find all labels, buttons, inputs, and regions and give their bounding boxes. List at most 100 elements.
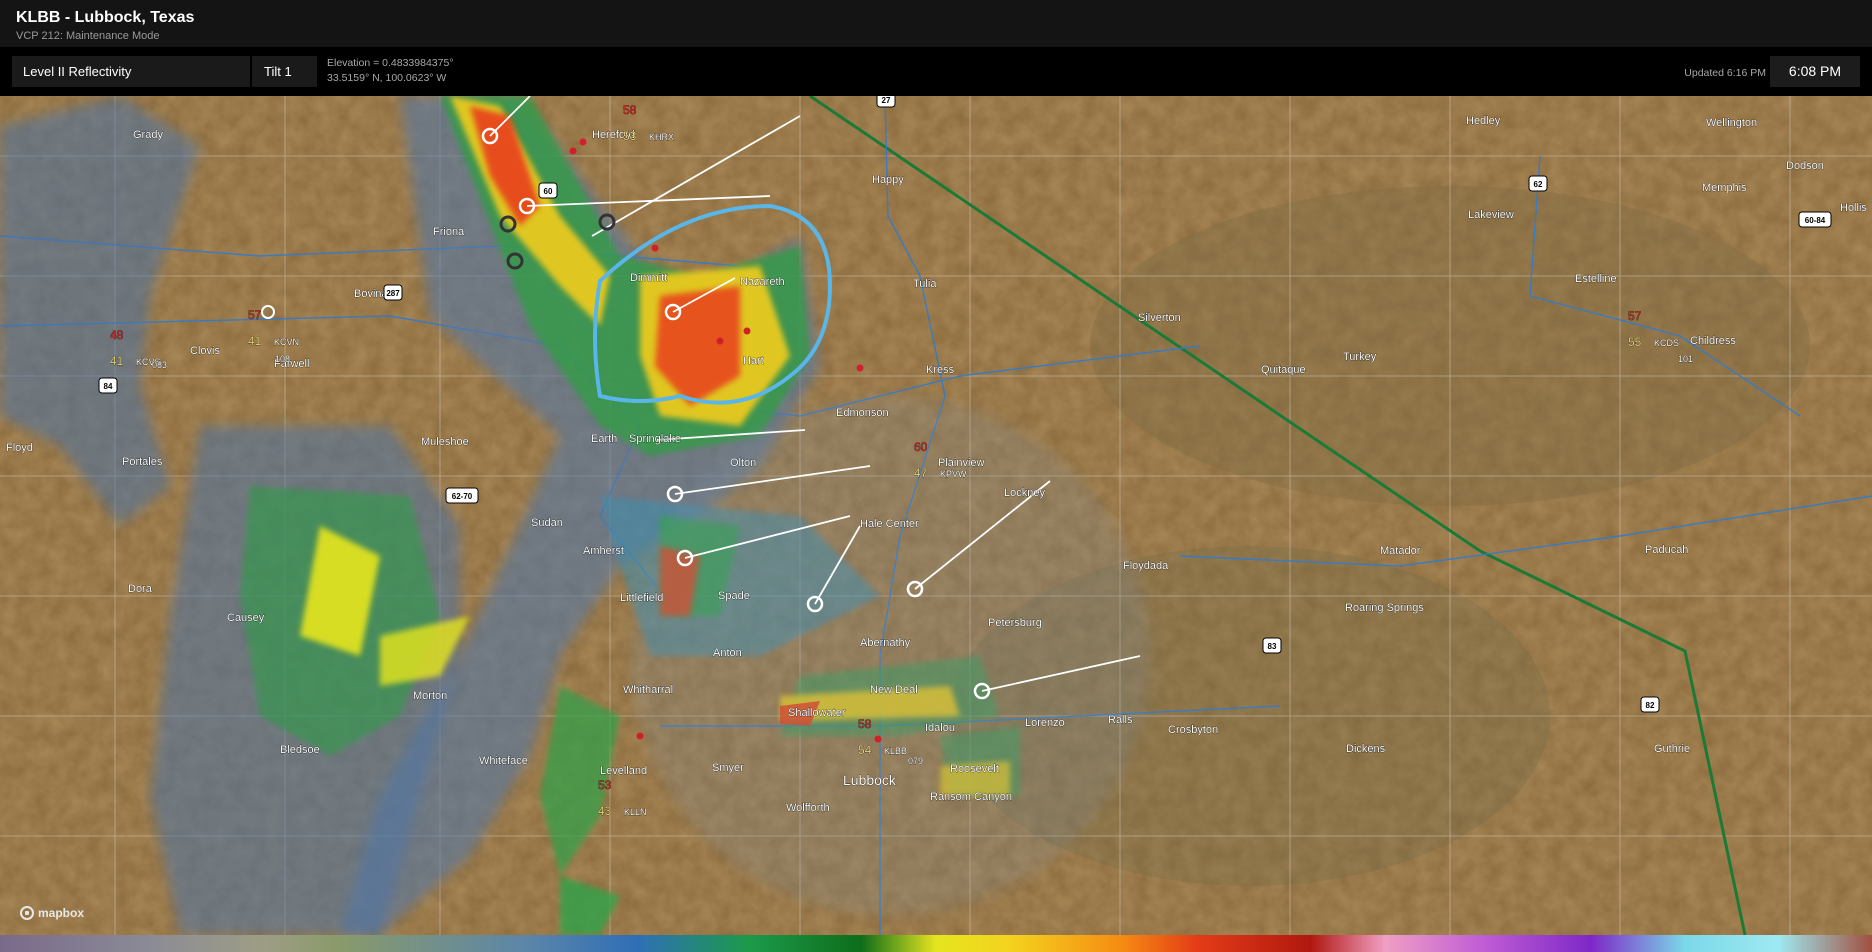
place-label: Floyd (6, 442, 33, 454)
place-label: Nazareth (740, 276, 785, 288)
mapbox-label: mapbox (38, 906, 85, 920)
station-dewpoint: 41 (248, 334, 262, 348)
highway-number: 60 (544, 187, 553, 196)
place-label: Crosbyton (1168, 724, 1218, 736)
place-label: Guthrie (1654, 743, 1690, 755)
station-temperature: 60 (914, 440, 928, 454)
place-label: Turkey (1343, 351, 1377, 363)
highway-number: 27 (882, 96, 891, 105)
place-label: Whiteface (479, 755, 528, 767)
place-label: Happy (872, 174, 904, 186)
place-label: Earth (591, 433, 617, 445)
highway-number: 60-84 (1805, 216, 1826, 225)
place-label: New Deal (870, 684, 918, 696)
station-temperature: 48 (110, 328, 124, 342)
station-id: KLLN (624, 807, 647, 817)
radar-map-canvas[interactable]: Grady HerefordHappyHedley WellingtonDodson… (0, 96, 1872, 935)
mapbox-logo-icon (20, 906, 34, 920)
place-label: Amherst (583, 545, 624, 557)
highway-shield-icon: 62-70 (445, 487, 479, 504)
radar-map[interactable]: Grady Hereford Happy Hedley Wellington Dodson… (0, 96, 1872, 935)
place-label: Matador (1380, 545, 1421, 557)
place-label: Causey (227, 612, 265, 624)
place-label: Hart (743, 355, 764, 367)
place-label: Anton (713, 647, 742, 659)
place-label: Plainview (938, 457, 985, 469)
place-label: Lakeview (1468, 209, 1514, 221)
station-dewpoint: 41 (110, 354, 124, 368)
highway-shield-icon: 62 (1528, 175, 1548, 192)
place-label: Roaring Springs (1345, 602, 1424, 614)
tilt-selector[interactable]: Tilt 1 (252, 56, 317, 87)
place-label: Floydada (1123, 560, 1169, 572)
place-label: Olton (730, 457, 756, 469)
station-temperature: 57 (1628, 309, 1642, 323)
place-label: Lockney (1004, 487, 1045, 499)
place-label: Bovina (354, 288, 389, 300)
highway-number: 84 (104, 382, 113, 391)
place-label: Friona (433, 226, 465, 238)
place-label: Sudan (531, 517, 563, 529)
vcp-mode-label: VCP 212: Maintenance Mode (16, 30, 160, 42)
updated-time: Updated 6:16 PM (1684, 67, 1766, 79)
scan-time-button[interactable]: 6:08 PM (1770, 56, 1860, 87)
place-label: Bledsoe (280, 744, 320, 756)
place-label: Hollis (1840, 202, 1867, 214)
radar-toolbar: Level II Reflectivity Tilt 1 Elevation =… (0, 47, 1872, 96)
place-label: Hedley (1466, 115, 1501, 127)
place-label: Wolfforth (786, 802, 830, 814)
station-dewpoint: 43 (598, 804, 612, 818)
title-bar: KLBB - Lubbock, Texas VCP 212: Maintenan… (0, 0, 1872, 47)
place-label: Tulia (913, 278, 937, 290)
station-dewpoint: 47 (914, 466, 928, 480)
place-label: Shallowater (788, 707, 846, 719)
place-label: Grady (133, 129, 163, 141)
elevation-readout: Elevation = 0.4833984375° (327, 57, 454, 69)
highway-number: 62-70 (452, 492, 473, 501)
station-id: KLBB (884, 746, 907, 756)
highway-number: 83 (1268, 642, 1277, 651)
station-pressure: 101 (1678, 354, 1693, 364)
place-label: Quitaque (1261, 364, 1306, 376)
station-dewpoint: 55 (1628, 335, 1642, 349)
highway-shield-icon: 27 (876, 96, 896, 108)
place-label: Childress (1690, 335, 1736, 347)
cursor-coordinates: 33.5159° N, 100.0623° W (327, 72, 447, 84)
station-id: KCVN (274, 337, 299, 347)
place-label: Levelland (600, 765, 647, 777)
highway-shield-icon: 60 (538, 182, 558, 199)
place-label: Edmonson (836, 407, 889, 419)
highway-shield-icon: 60-84 (1798, 211, 1832, 228)
station-pressure: 083 (152, 360, 167, 370)
station-dewpoint: 53 (623, 129, 637, 143)
reflectivity-color-scale (0, 935, 1872, 952)
place-label: Muleshoe (421, 436, 469, 448)
station-id: KCDS (1654, 338, 1679, 348)
place-label: Dodson (1786, 160, 1824, 172)
place-label: Ransom Canyon (930, 791, 1012, 803)
radar-site-title: KLBB - Lubbock, Texas (16, 9, 195, 26)
place-label: Roosevelt (950, 763, 999, 775)
place-label: Estelline (1575, 273, 1617, 285)
place-label: Littlefield (620, 592, 663, 604)
station-temperature: 58 (858, 717, 872, 731)
station-temperature: 57 (248, 308, 262, 322)
station-temperature: 53 (598, 778, 612, 792)
place-label: Clovis (190, 345, 220, 357)
product-selector[interactable]: Level II Reflectivity (12, 56, 250, 87)
station-temperature: 58 (623, 103, 637, 117)
highway-shield-icon: 83 (1262, 637, 1282, 654)
place-label: Silverton (1138, 312, 1181, 324)
place-label: Ralls (1108, 714, 1133, 726)
mapbox-attribution[interactable]: mapbox (20, 906, 84, 920)
place-label: Hale Center (860, 518, 919, 530)
place-label: Lorenzo (1025, 717, 1065, 729)
highway-number: 82 (1646, 701, 1655, 710)
highway-shield-icon: 82 (1640, 696, 1660, 713)
place-label: Smyer (712, 762, 744, 774)
station-id: KHRX (649, 132, 674, 142)
station-pressure: 108 (275, 354, 290, 364)
place-label: Whitharral (623, 684, 673, 696)
place-label: Spade (718, 590, 750, 602)
place-label: Dora (128, 583, 153, 595)
